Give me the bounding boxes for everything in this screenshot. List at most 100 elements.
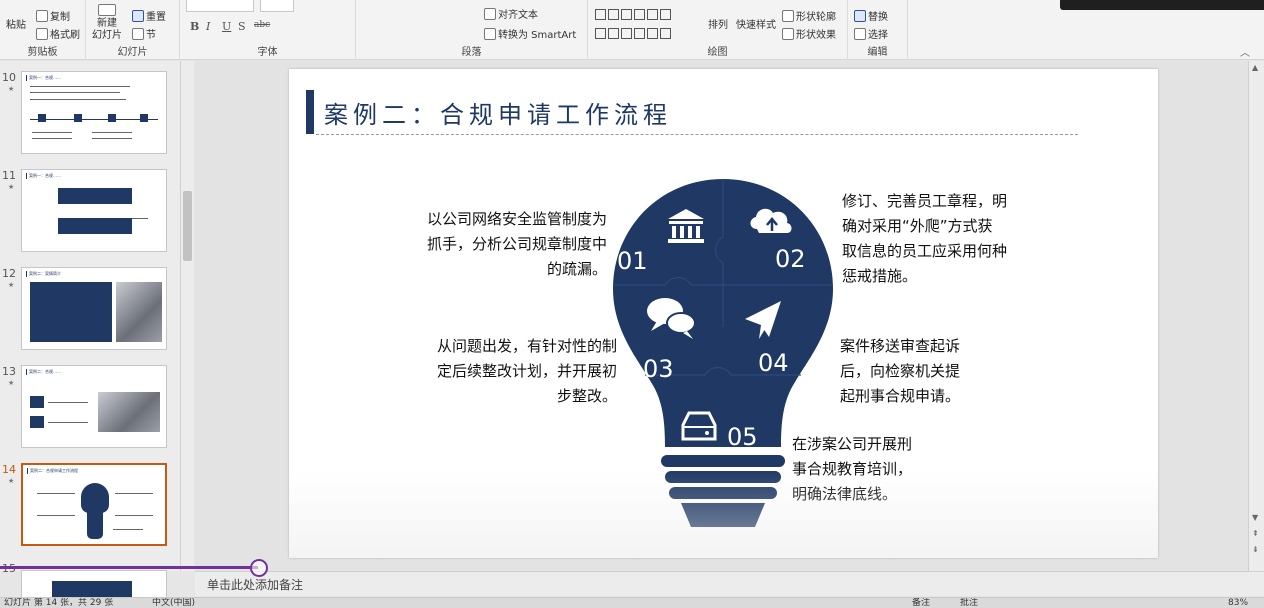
bulb-base-ring xyxy=(665,471,781,483)
new-slide-button[interactable]: 新建 幻灯片 xyxy=(92,4,122,42)
slide-thumbnail-11[interactable]: 案例一：合规…… xyxy=(21,169,167,252)
paste-label: 粘贴 xyxy=(6,20,26,31)
step-04-number: 04 xyxy=(758,349,789,377)
thumbnails-scrollbar-thumb[interactable] xyxy=(183,191,192,261)
slide-thumbnails-pane: 10 ★ 案例一：合规…… 11 ★ 案例一：合规…… 12 ★ 案例二：案情简… xyxy=(0,61,180,571)
new-slide-icon xyxy=(98,4,116,16)
select-button[interactable]: 选择 xyxy=(854,26,888,41)
thumb-title: 案例一：合规…… xyxy=(26,75,61,81)
comments-toggle[interactable]: 批注 xyxy=(960,598,978,608)
thumb-title: 案例一：合规…… xyxy=(26,173,61,179)
replace-button[interactable]: 替换 xyxy=(854,8,888,23)
shape-effects-label: 形状效果 xyxy=(796,30,836,41)
zoom-level[interactable]: 83% xyxy=(1228,598,1248,608)
slide-thumbnail-13[interactable]: 案例二：合规…… xyxy=(21,365,167,448)
powerpoint-window: 粘贴 复制 格式刷 剪贴板 新建 幻灯片 重置 节 幻灯片 B I U S ab… xyxy=(0,0,1264,608)
text-line: 后，向检察机关提 xyxy=(840,362,961,380)
slide-thumbnail-14[interactable]: 案例二：合规申请工作流程 xyxy=(21,463,167,546)
thumb-number: 10 xyxy=(2,71,16,84)
transition-star-icon: ★ xyxy=(8,281,15,289)
title-divider xyxy=(316,134,1078,135)
font-size-select[interactable] xyxy=(260,0,294,12)
editing-group-label: 编辑 xyxy=(867,47,888,58)
thumb-number: 12 xyxy=(2,267,16,280)
text-line: 定后续整改计划，并开展初 xyxy=(436,362,617,380)
convert-smartart-button[interactable]: 转换为 SmartArt xyxy=(484,26,576,41)
bulb-base-ring xyxy=(669,487,777,499)
quick-styles-button[interactable]: 快速样式 xyxy=(736,16,776,31)
notes-toggle[interactable]: 备注 xyxy=(912,598,930,608)
shape-outline-label: 形状轮廓 xyxy=(796,12,836,23)
lightbulb-puzzle-graphic[interactable]: 01 02 03 04 05 xyxy=(605,177,841,535)
thumb-number: 13 xyxy=(2,365,16,378)
format-painter-label: 格式刷 xyxy=(50,30,80,41)
slide-thumbnail-15[interactable] xyxy=(21,570,167,600)
bold-button[interactable]: B xyxy=(190,20,199,33)
transition-star-icon: ★ xyxy=(8,183,15,191)
shadow-button[interactable]: S xyxy=(238,20,246,33)
notes-placeholder[interactable]: 单击此处添加备注 xyxy=(207,576,303,593)
shape-outline-button[interactable]: 形状轮廓 xyxy=(782,8,836,23)
shape-gallery[interactable] xyxy=(594,6,690,44)
text-line: 取信息的员工应采用何种 xyxy=(842,242,1008,260)
align-text-icon xyxy=(484,7,496,20)
slide-editing-area: 案例二：合规申请工作流程 以公司网络安全监管制度为 抓手，分析公司规章制度中 的… xyxy=(195,61,1248,571)
collapse-ribbon-icon[interactable]: ︿ xyxy=(1240,44,1250,59)
window-tab-strip xyxy=(1060,0,1264,10)
section-icon xyxy=(132,27,144,40)
text-line: 以公司网络安全监管制度为 xyxy=(426,210,607,228)
align-text-button[interactable]: 对齐文本 xyxy=(484,6,538,21)
step-03-text[interactable]: 从问题出发，有针对性的制 定后续整改计划，并开展初 步整改。 xyxy=(399,334,617,409)
slide-counter: 幻灯片 第 14 张，共 29 张 xyxy=(4,598,114,608)
transition-star-icon: ★ xyxy=(8,85,15,93)
previous-slide-icon[interactable]: ⇞ xyxy=(1252,529,1259,538)
arrange-button[interactable]: 排列 xyxy=(708,16,728,31)
smartart-icon xyxy=(484,27,496,40)
strikethrough-button[interactable]: abc xyxy=(254,20,270,30)
step-02-text[interactable]: 修订、完善员工章程，明 确对采用“外爬”方式获 取信息的员工应采用何种 惩戒措施… xyxy=(842,189,1042,289)
paste-button[interactable]: 粘贴 xyxy=(6,16,26,31)
step-01-text[interactable]: 以公司网络安全监管制度为 抓手，分析公司规章制度中 的疏漏。 xyxy=(389,207,607,282)
video-progress-bar[interactable] xyxy=(0,566,258,569)
editing-group: 替换 选择 编辑 xyxy=(848,0,908,60)
copy-icon xyxy=(36,9,48,22)
copy-button[interactable]: 复制 xyxy=(36,8,70,23)
text-line: 步整改。 xyxy=(556,387,617,405)
step-04-text[interactable]: 案件移送审查起诉 后，向检察机关提 起刑事合规申请。 xyxy=(840,334,990,409)
underline-button[interactable]: U xyxy=(222,20,231,33)
bulb-base-ring xyxy=(661,455,785,467)
language-indicator[interactable]: 中文(中国) xyxy=(152,598,195,608)
slide-scrollbar[interactable]: ▲ ▼ ⇞ ⇟ xyxy=(1248,61,1264,571)
current-slide[interactable]: 案例二：合规申请工作流程 以公司网络安全监管制度为 抓手，分析公司规章制度中 的… xyxy=(289,69,1158,558)
scroll-down-icon[interactable]: ▼ xyxy=(1252,513,1258,522)
paragraph-group: 对齐文本 转换为 SmartArt 段落 xyxy=(356,0,588,60)
italic-button[interactable]: I xyxy=(206,20,210,33)
transition-star-icon: ★ xyxy=(8,379,15,387)
reset-label: 重置 xyxy=(146,12,166,23)
cursor-icon xyxy=(854,27,866,40)
text-line: 起刑事合规申请。 xyxy=(840,387,961,405)
scroll-up-icon[interactable]: ▲ xyxy=(1252,63,1258,72)
section-button[interactable]: 节 xyxy=(132,26,156,41)
slide-thumbnail-10[interactable]: 案例一：合规…… xyxy=(21,71,167,154)
shape-effects-button[interactable]: 形状效果 xyxy=(782,26,836,41)
notes-pane[interactable]: 单击此处添加备注 xyxy=(195,571,1264,596)
video-progress-handle[interactable] xyxy=(250,559,268,577)
slide-title[interactable]: 案例二：合规申请工作流程 xyxy=(324,95,672,130)
step-02-number: 02 xyxy=(775,245,806,273)
font-group-label: 字体 xyxy=(257,47,278,58)
slide-thumbnail-12[interactable]: 案例二：案情简介 xyxy=(21,267,167,350)
drawing-group: 排列 快速样式 形状轮廓 形状效果 绘图 xyxy=(588,0,848,60)
reset-button[interactable]: 重置 xyxy=(132,8,166,23)
font-name-select[interactable] xyxy=(186,0,254,12)
copy-label: 复制 xyxy=(50,12,70,23)
arrange-label: 排列 xyxy=(708,20,728,31)
text-line: 案件移送审查起诉 xyxy=(840,337,961,355)
font-group: B I U S abc 字体 xyxy=(180,0,356,60)
select-label: 选择 xyxy=(868,30,888,41)
clipboard-group: 粘贴 复制 格式刷 剪贴板 xyxy=(0,0,86,60)
format-painter-button[interactable]: 格式刷 xyxy=(36,26,80,41)
next-slide-icon[interactable]: ⇟ xyxy=(1252,545,1259,554)
step-05-number: 05 xyxy=(727,423,758,451)
thumbnails-scrollbar[interactable] xyxy=(180,61,194,571)
